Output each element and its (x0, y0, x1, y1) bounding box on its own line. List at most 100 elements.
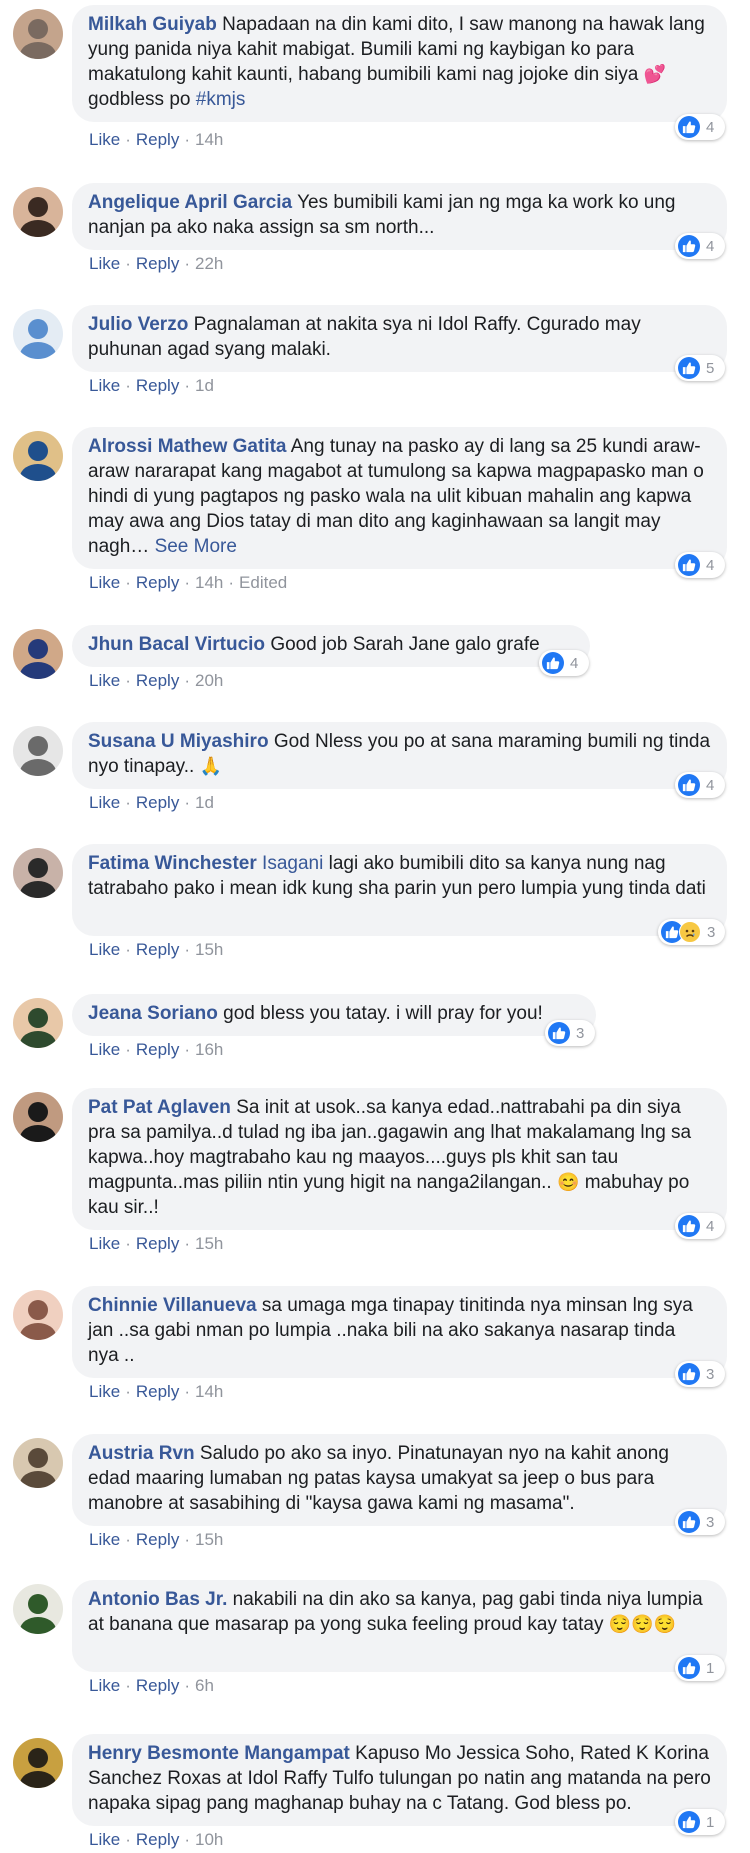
comment-bubble: Fatima Winchester Isagani lagi ako bumib… (72, 844, 727, 936)
comment-author[interactable]: Chinnie Villanueva (88, 1295, 257, 1316)
comment-timestamp[interactable]: 22h (195, 254, 223, 273)
comment-timestamp[interactable]: 16h (195, 1040, 223, 1059)
reaction-summary[interactable]: 5 (675, 355, 725, 381)
hashtag-link[interactable]: #kmjs (196, 89, 246, 110)
separator: · (125, 793, 131, 812)
comment-timestamp[interactable]: 15h (195, 1234, 223, 1253)
like-button[interactable]: Like (89, 1676, 120, 1695)
reaction-summary[interactable]: 4 (675, 114, 725, 140)
comment-timestamp[interactable]: 1d (195, 376, 214, 395)
comment-author[interactable]: Angelique April Garcia (88, 192, 292, 213)
like-button[interactable]: Like (89, 793, 120, 812)
like-button[interactable]: Like (89, 1530, 120, 1549)
comment-author[interactable]: Pat Pat Aglaven (88, 1097, 231, 1118)
reply-button[interactable]: Reply (136, 671, 179, 690)
like-icon (542, 652, 564, 674)
reply-button[interactable]: Reply (136, 573, 179, 592)
separator: · (125, 671, 131, 690)
comment-author[interactable]: Jhun Bacal Virtucio (88, 634, 265, 655)
like-button[interactable]: Like (89, 573, 120, 592)
reply-button[interactable]: Reply (136, 1382, 179, 1401)
reaction-summary[interactable]: 3 (675, 1361, 725, 1387)
comment-actions: Like · Reply · 14h · Edited (89, 573, 287, 593)
avatar[interactable] (13, 726, 63, 776)
reply-button[interactable]: Reply (136, 1234, 179, 1253)
reaction-summary[interactable]: 4 (675, 552, 725, 578)
separator: · (125, 1830, 131, 1849)
reply-button[interactable]: Reply (136, 376, 179, 395)
comment-actions: Like · Reply · 1d (89, 376, 214, 396)
comment-author[interactable]: Jeana Soriano (88, 1003, 218, 1024)
reply-button[interactable]: Reply (136, 1530, 179, 1549)
like-button[interactable]: Like (89, 254, 120, 273)
like-button[interactable]: Like (89, 1830, 120, 1849)
comment-author[interactable]: Antonio Bas Jr. (88, 1589, 227, 1610)
comment-author[interactable]: Milkah Guiyab (88, 14, 217, 35)
comment-bubble: Milkah Guiyab Napadaan na din kami dito,… (72, 5, 727, 122)
separator: · (184, 1382, 190, 1401)
reply-button[interactable]: Reply (136, 1830, 179, 1849)
reaction-summary[interactable]: 4 (539, 650, 589, 676)
reaction-summary[interactable]: 3 (675, 1509, 725, 1535)
like-button[interactable]: Like (89, 130, 120, 149)
like-button[interactable]: Like (89, 1382, 120, 1401)
like-button[interactable]: Like (89, 940, 120, 959)
comment-timestamp[interactable]: 14h (195, 1382, 223, 1401)
avatar[interactable] (13, 187, 63, 237)
comment-actions: Like · Reply · 15h (89, 940, 223, 960)
mention-link[interactable]: Isagani (262, 853, 323, 874)
comment-timestamp[interactable]: 20h (195, 671, 223, 690)
reaction-count: 3 (706, 1513, 715, 1531)
comment-author[interactable]: Alrossi Mathew Gatita (88, 436, 287, 457)
comment-timestamp[interactable]: 6h (195, 1676, 214, 1695)
avatar[interactable] (13, 848, 63, 898)
comment-author[interactable]: Fatima Winchester (88, 853, 257, 874)
reply-button[interactable]: Reply (136, 1676, 179, 1695)
reaction-summary[interactable]: 4 (675, 1213, 725, 1239)
avatar[interactable] (13, 998, 63, 1048)
reaction-summary[interactable]: 4 (675, 233, 725, 259)
avatar[interactable] (13, 1290, 63, 1340)
like-icon (678, 116, 700, 138)
avatar[interactable] (13, 1092, 63, 1142)
avatar[interactable] (13, 1438, 63, 1488)
avatar[interactable] (13, 1738, 63, 1788)
reply-button[interactable]: Reply (136, 130, 179, 149)
reaction-summary[interactable]: 1 (675, 1655, 725, 1681)
comment-author[interactable]: Austria Rvn (88, 1443, 195, 1464)
comment-timestamp[interactable]: 1d (195, 793, 214, 812)
like-button[interactable]: Like (89, 671, 120, 690)
comment-timestamp[interactable]: 15h (195, 1530, 223, 1549)
see-more-link[interactable]: See More (155, 536, 237, 557)
like-button[interactable]: Like (89, 1234, 120, 1253)
separator: · (184, 1530, 190, 1549)
comment-bubble: Alrossi Mathew Gatita Ang tunay na pasko… (72, 427, 727, 569)
reaction-summary[interactable]: 3 (658, 919, 725, 945)
like-button[interactable]: Like (89, 376, 120, 395)
avatar[interactable] (13, 309, 63, 359)
reply-button[interactable]: Reply (136, 940, 179, 959)
reaction-summary[interactable]: 1 (675, 1809, 725, 1835)
avatar[interactable] (13, 9, 63, 59)
reaction-summary[interactable]: 4 (675, 772, 725, 798)
comment-timestamp[interactable]: 15h (195, 940, 223, 959)
reply-button[interactable]: Reply (136, 254, 179, 273)
comment-author[interactable]: Susana U Miyashiro (88, 731, 269, 752)
avatar[interactable] (13, 431, 63, 481)
avatar[interactable] (13, 1584, 63, 1634)
reaction-summary[interactable]: 3 (545, 1020, 595, 1046)
reply-button[interactable]: Reply (136, 1040, 179, 1059)
reaction-count: 3 (576, 1024, 585, 1042)
like-button[interactable]: Like (89, 1040, 120, 1059)
separator: · (184, 671, 190, 690)
comment-actions: Like · Reply · 10h (89, 1830, 223, 1850)
comment-timestamp[interactable]: 10h (195, 1830, 223, 1849)
reply-button[interactable]: Reply (136, 793, 179, 812)
avatar[interactable] (13, 629, 63, 679)
comment-timestamp[interactable]: 14h (195, 130, 223, 149)
comment-bubble: Antonio Bas Jr. nakabili na din ako sa k… (72, 1580, 727, 1672)
separator: · (184, 254, 190, 273)
comment-author[interactable]: Julio Verzo (88, 314, 188, 335)
comment-timestamp[interactable]: 14h (195, 573, 223, 592)
comment-author[interactable]: Henry Besmonte Mangampat (88, 1743, 350, 1764)
